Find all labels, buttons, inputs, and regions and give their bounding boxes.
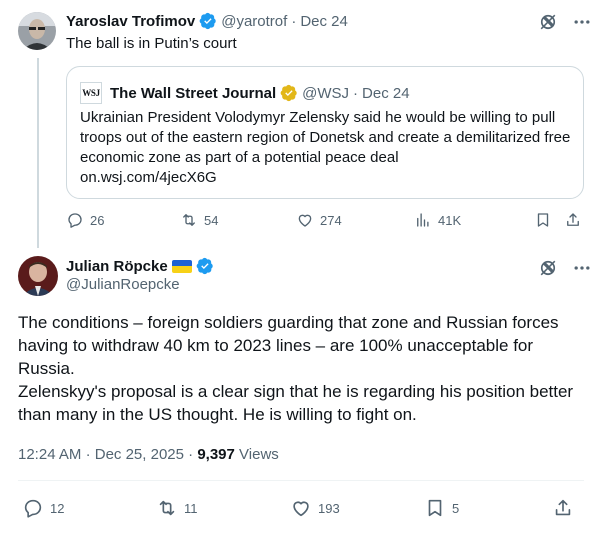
verified-badge-icon <box>280 84 298 102</box>
grok-icon[interactable] <box>538 258 558 283</box>
tweet2-meta: 12:24 AM · Dec 25, 2025 · 9,397 Views <box>18 446 279 463</box>
quote-handle[interactable]: @WSJ <box>302 85 349 102</box>
views-button[interactable]: 41K <box>414 211 534 229</box>
tweet1-handle[interactable]: @yarotrof <box>221 13 287 30</box>
bookmark-button[interactable]: 5 <box>424 497 552 519</box>
like-icon <box>298 214 312 227</box>
reply-icon <box>68 213 82 228</box>
share-icon <box>567 213 579 226</box>
quote-sep: · <box>353 84 359 102</box>
share-icon <box>555 499 571 516</box>
verified-badge-icon <box>199 12 217 30</box>
reply-count: 26 <box>90 212 105 228</box>
tweet1-header: Yaroslav Trofimov @yarotrof · Dec 24 <box>66 12 348 30</box>
divider <box>18 480 584 481</box>
like-count: 274 <box>320 212 342 228</box>
reply-icon <box>24 499 42 518</box>
tweet2-action-bar: 12 11 193 5 <box>22 497 582 519</box>
repost-count: 54 <box>204 212 219 228</box>
tweet2-text: The conditions – foreign soldiers guardi… <box>18 311 584 426</box>
thread-line <box>37 58 39 248</box>
tweet1-top-actions <box>538 12 592 37</box>
like-count: 193 <box>318 500 340 516</box>
bookmark-icon <box>428 499 442 517</box>
quote-date[interactable]: Dec 24 <box>362 85 410 102</box>
ukraine-flag-icon <box>171 259 192 273</box>
more-icon[interactable] <box>572 258 592 283</box>
like-button[interactable]: 193 <box>290 497 424 519</box>
tweet2-author-name[interactable]: Julian Röpcke <box>66 258 168 275</box>
quote-link[interactable]: on.wsj.com/4jecX6G <box>80 169 217 186</box>
tweet1-action-bar: 26 54 274 41K <box>66 211 586 229</box>
reply-button[interactable]: 12 <box>22 497 156 519</box>
tweet2-name-row: Julian Röpcke <box>66 257 214 275</box>
reply-button[interactable]: 26 <box>66 211 180 229</box>
repost-button[interactable]: 11 <box>156 497 290 519</box>
views-icon <box>417 213 429 227</box>
repost-icon <box>159 500 175 516</box>
tweet2-text-line1: The conditions – foreign soldiers guardi… <box>18 313 559 378</box>
share-button[interactable] <box>564 211 584 229</box>
quote-text: Ukrainian President Volodymyr Zelensky s… <box>80 108 580 188</box>
verified-badge-icon <box>196 257 214 275</box>
tweet2-text-line2: Zelenskyy's proposal is a clear sign tha… <box>18 382 574 424</box>
tweet1-text: The ball is in Putin’s court <box>66 35 237 52</box>
wsj-logo: WSJ <box>80 82 102 104</box>
quote-author-name[interactable]: The Wall Street Journal <box>110 85 276 102</box>
more-icon[interactable] <box>572 12 592 37</box>
quote-body: Ukrainian President Volodymyr Zelensky s… <box>80 109 571 166</box>
tweet2-views-count: 9,397 <box>197 446 235 463</box>
repost-count: 11 <box>184 500 198 516</box>
views-count: 41K <box>438 212 462 228</box>
tweet1-author-name[interactable]: Yaroslav Trofimov <box>66 13 195 30</box>
bookmark-icon <box>537 213 549 227</box>
bookmark-button[interactable] <box>534 211 564 229</box>
quoted-tweet-card[interactable]: WSJ The Wall Street Journal @WSJ · Dec 2… <box>66 66 584 199</box>
like-button[interactable]: 274 <box>296 211 414 229</box>
tweet2-date[interactable]: Dec 25, 2025 <box>95 446 184 463</box>
grok-icon[interactable] <box>538 12 558 37</box>
repost-button[interactable]: 54 <box>180 211 296 229</box>
tweet2-handle[interactable]: @JulianRoepcke <box>66 276 180 293</box>
tweet2-top-actions <box>538 258 592 283</box>
share-button[interactable] <box>552 497 576 519</box>
like-icon <box>293 501 309 517</box>
tweet1-date[interactable]: Dec 24 <box>300 13 348 30</box>
tweet1-sep: · <box>291 12 297 30</box>
reply-count: 12 <box>50 500 65 516</box>
tweet2-sep2: · <box>188 446 194 463</box>
bookmark-count: 5 <box>452 500 460 516</box>
tweet2-time[interactable]: 12:24 AM <box>18 446 81 463</box>
tweet2-sep: · <box>85 446 91 463</box>
avatar-yarotrof[interactable] <box>18 12 56 50</box>
repost-icon <box>183 214 195 226</box>
avatar-julianroepcke[interactable] <box>18 256 58 296</box>
tweet2-views-label: Views <box>239 446 279 463</box>
quote-header: WSJ The Wall Street Journal @WSJ · Dec 2… <box>80 82 410 104</box>
